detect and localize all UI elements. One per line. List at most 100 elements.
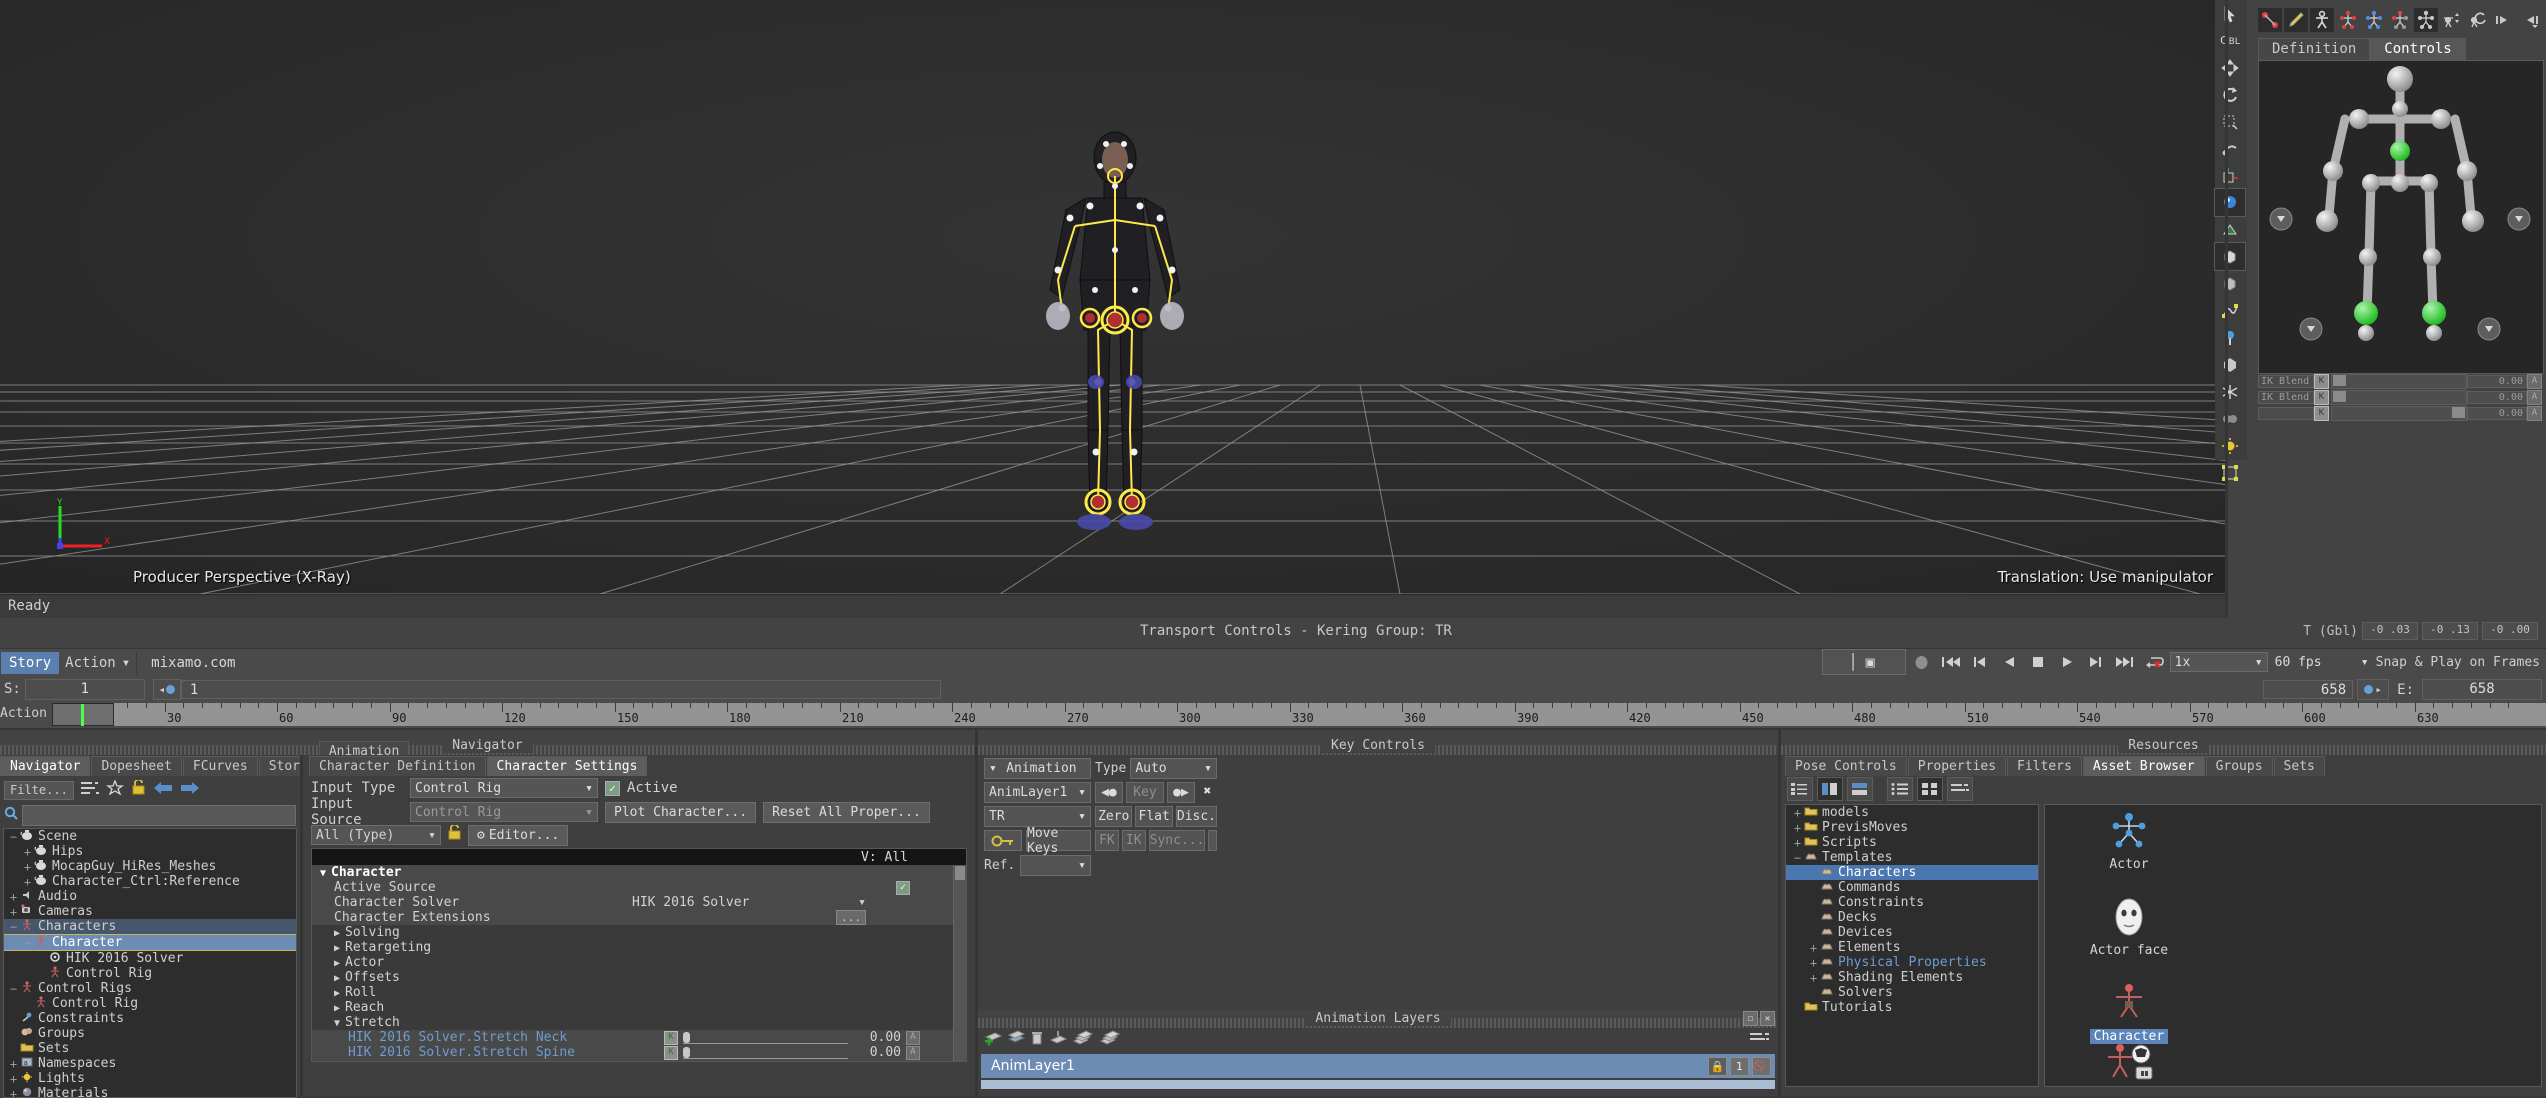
active-checkbox[interactable]: ✓ [605,781,620,796]
tab-navigator[interactable]: Navigator [0,756,90,776]
property-row[interactable]: HIK 2016 Solver.Stretch Damping ✓ [312,1060,966,1062]
restore-icon[interactable]: ☐ [1743,1011,1758,1026]
timeline-mode-toggle[interactable]: ▏ ▣ [1822,649,1906,675]
tab-fcurves[interactable]: FCurves [183,756,258,776]
plot-character-button[interactable]: Plot Character... [605,802,756,823]
key-toggle[interactable]: K [2314,406,2329,421]
next-key-button[interactable] [2083,651,2109,673]
asset-tree-item[interactable]: Solvers [1786,985,2038,1000]
property-slider[interactable] [683,1047,848,1059]
story-button[interactable]: Story [1,652,59,674]
property-row[interactable]: HIK 2016 Solver.Stretch Neck K0.00A [312,1030,966,1045]
layer-weight-badge[interactable]: 1 [1730,1057,1749,1076]
property-slider[interactable] [683,1032,848,1044]
tr-dropdown[interactable]: TR ▾ [984,806,1091,827]
tree-toggle[interactable]: + [1808,956,1819,970]
add-layer-icon[interactable] [984,1030,1002,1050]
auto-toggle[interactable]: A [2527,374,2542,389]
key-toggle[interactable]: K [2314,390,2329,405]
property-row[interactable]: ▼Character [312,865,966,880]
grey-rig-icon[interactable] [2414,8,2438,32]
loop-button[interactable]: ✖ [2141,651,2167,673]
red-rig-icon[interactable] [2336,8,2360,32]
tree-item[interactable]: − Characters [4,919,296,934]
tab-groups[interactable]: Groups [2206,756,2273,776]
scroll-up-arrow[interactable] [955,866,965,880]
camera-object-icon[interactable] [2215,405,2245,432]
navigator-filter-bar[interactable]: Filte... [0,776,300,804]
geometry-icon[interactable] [2215,351,2245,378]
editor-button[interactable]: ⚙ Editor... [468,825,568,846]
tab-asset-browser[interactable]: Asset Browser [2083,756,2205,776]
fps-dropdown[interactable]: 60 fps▾ [2271,653,2373,671]
property-value-cell[interactable]: K0.00A [638,1045,966,1060]
key-icon-button[interactable] [984,830,1022,851]
favorite-star-icon[interactable] [106,780,124,800]
property-row[interactable]: Character Solver HIK 2016 Solver▾ [312,895,966,910]
reset-all-properties-button[interactable]: Reset All Proper... [763,802,930,823]
tab-filters[interactable]: Filters [2007,756,2082,776]
model-cube-icon[interactable] [2215,243,2245,270]
disclosure-triangle[interactable]: ▶ [334,973,340,984]
stickman-icon[interactable] [2310,8,2334,32]
search-input[interactable] [22,805,296,826]
blend-slider[interactable] [2331,374,2467,389]
previous-key-button[interactable] [1967,651,1993,673]
tree-item[interactable]: Groups [4,1026,296,1041]
camera-select-icon[interactable] [2215,216,2245,243]
auto-toggle[interactable]: A [906,1031,920,1045]
disclosure-triangle[interactable]: ▶ [334,988,340,999]
start-frame-field[interactable]: 1 [25,679,145,700]
tree-toggle[interactable]: − [8,830,19,844]
character-property-table[interactable]: V: All ▼Character Active Source ✓ Charac… [311,848,967,1062]
asset-item[interactable]: Character... [2069,1041,2189,1087]
tree-item[interactable]: + Audio [4,889,296,904]
split-view-icon[interactable] [1817,777,1843,801]
property-value-cell[interactable]: K0.00A [638,1030,966,1045]
next-frame-stepper[interactable]: ▸ [2357,679,2389,700]
tree-toggle[interactable]: − [8,920,19,934]
panel-divider[interactable] [2225,0,2228,618]
auto-toggle[interactable]: A [906,1046,920,1060]
disclosure-triangle[interactable]: ▼ [334,1018,340,1029]
zero-button[interactable]: Zero [1095,806,1132,827]
asset-grid[interactable]: Actor Actor face Character Character... … [2044,804,2542,1087]
tree-toggle[interactable]: + [22,875,33,889]
cube2-icon[interactable] [2215,270,2245,297]
pencil-icon[interactable] [2284,8,2308,32]
list-view-icon[interactable] [1887,777,1913,801]
merge-layer-icon[interactable] [1049,1030,1067,1050]
rotate-rig-icon[interactable] [2466,8,2490,32]
property-checkbox[interactable]: ✓ [896,881,910,895]
tree-item[interactable]: + a Namespaces [4,1056,296,1071]
character-control-toolbar[interactable] [2258,8,2546,32]
property-row[interactable]: ▶Reach [312,1000,966,1015]
character-control-tabs[interactable]: Definition Controls [2258,38,2466,60]
tree-toggle[interactable]: + [8,905,19,919]
actor-icon[interactable] [2069,809,2189,857]
property-row[interactable]: HIK 2016 Solver.Stretch Spine K0.00A [312,1045,966,1060]
asset-browser-toolbar[interactable] [1781,776,2546,802]
property-row[interactable]: ▶Solving [312,925,966,940]
layer-options-icon[interactable] [1750,1031,1778,1049]
asset-item[interactable]: Actor face [2069,895,2189,958]
light-select-icon[interactable] [2215,189,2245,216]
key-toggle[interactable]: K [664,1031,678,1045]
group-select-icon[interactable] [2215,459,2245,486]
tab-properties[interactable]: Properties [1908,756,2006,776]
manipulator-icon[interactable] [2215,135,2245,162]
panel-divider[interactable] [975,728,978,1096]
asset-tree-item[interactable]: + Scripts [1786,835,2038,850]
character-rig[interactable] [1000,130,1230,560]
property-value-cell[interactable]: HIK 2016 Solver▾ [624,895,966,910]
tree-toggle[interactable]: − [8,982,19,996]
asset-tree-item[interactable]: Devices [1786,925,2038,940]
back-arrow-icon[interactable] [153,781,173,799]
asset-label[interactable]: Actor [2105,857,2152,872]
tree-toggle[interactable]: + [1808,971,1819,985]
merge-all-icon[interactable] [1072,1030,1094,1050]
blend-value[interactable]: 0.00 [2467,407,2527,420]
property-row[interactable]: ▼Stretch [312,1015,966,1030]
lock-icon[interactable]: 🔒 [1708,1057,1727,1076]
character-icon[interactable] [2069,981,2189,1029]
